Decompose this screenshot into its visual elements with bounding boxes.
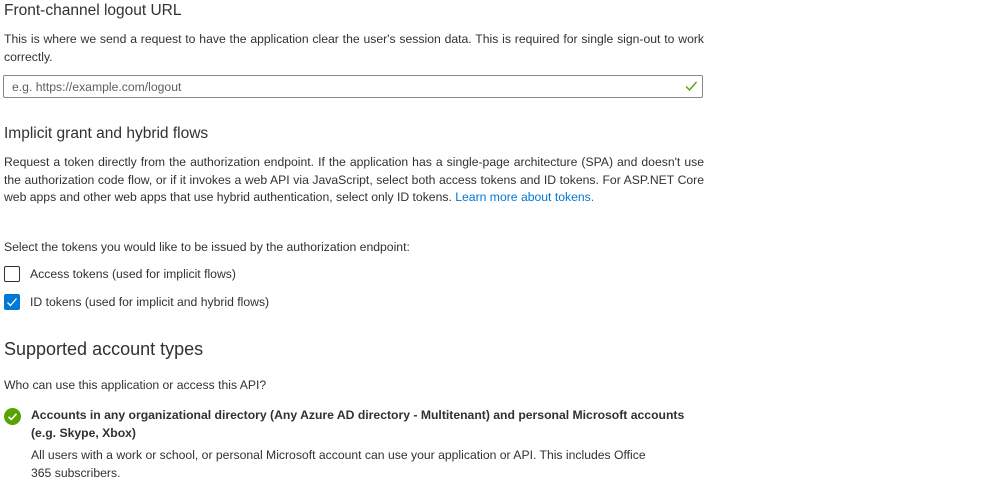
front-channel-logout-field[interactable] — [3, 75, 703, 98]
front-channel-logout-title: Front-channel logout URL — [4, 2, 182, 19]
supported-account-types-title: Supported account types — [4, 339, 204, 359]
id-tokens-checkbox-row[interactable]: ID tokens (used for implicit and hybrid … — [4, 292, 269, 312]
learn-more-tokens-link[interactable]: Learn more about tokens. — [455, 190, 594, 204]
checkmark-icon — [7, 298, 17, 307]
token-select-prompt: Select the tokens you would like to be i… — [4, 240, 410, 254]
implicit-grant-description: Request a token directly from the author… — [4, 155, 704, 204]
id-tokens-label: ID tokens (used for implicit and hybrid … — [30, 295, 270, 309]
access-tokens-checkbox[interactable] — [4, 266, 20, 282]
id-tokens-checkbox[interactable] — [4, 294, 20, 310]
front-channel-logout-input[interactable] — [4, 76, 672, 97]
front-channel-logout-description: This is where we send a request to have … — [4, 32, 704, 64]
access-tokens-label: Access tokens (used for implicit flows) — [30, 267, 236, 281]
account-type-option-title: Accounts in any organizational directory… — [31, 408, 685, 440]
account-types-question: Who can use this application or access t… — [4, 378, 267, 392]
checkmark-icon — [685, 81, 698, 92]
account-type-option-description: All users with a work or school, or pers… — [31, 448, 646, 480]
implicit-grant-title: Implicit grant and hybrid flows — [4, 125, 209, 142]
check-circle-icon — [4, 408, 21, 425]
app-registration-authentication-page: Front-channel logout URL This is where w… — [0, 0, 1008, 486]
access-tokens-checkbox-row[interactable]: Access tokens (used for implicit flows) — [4, 264, 236, 284]
